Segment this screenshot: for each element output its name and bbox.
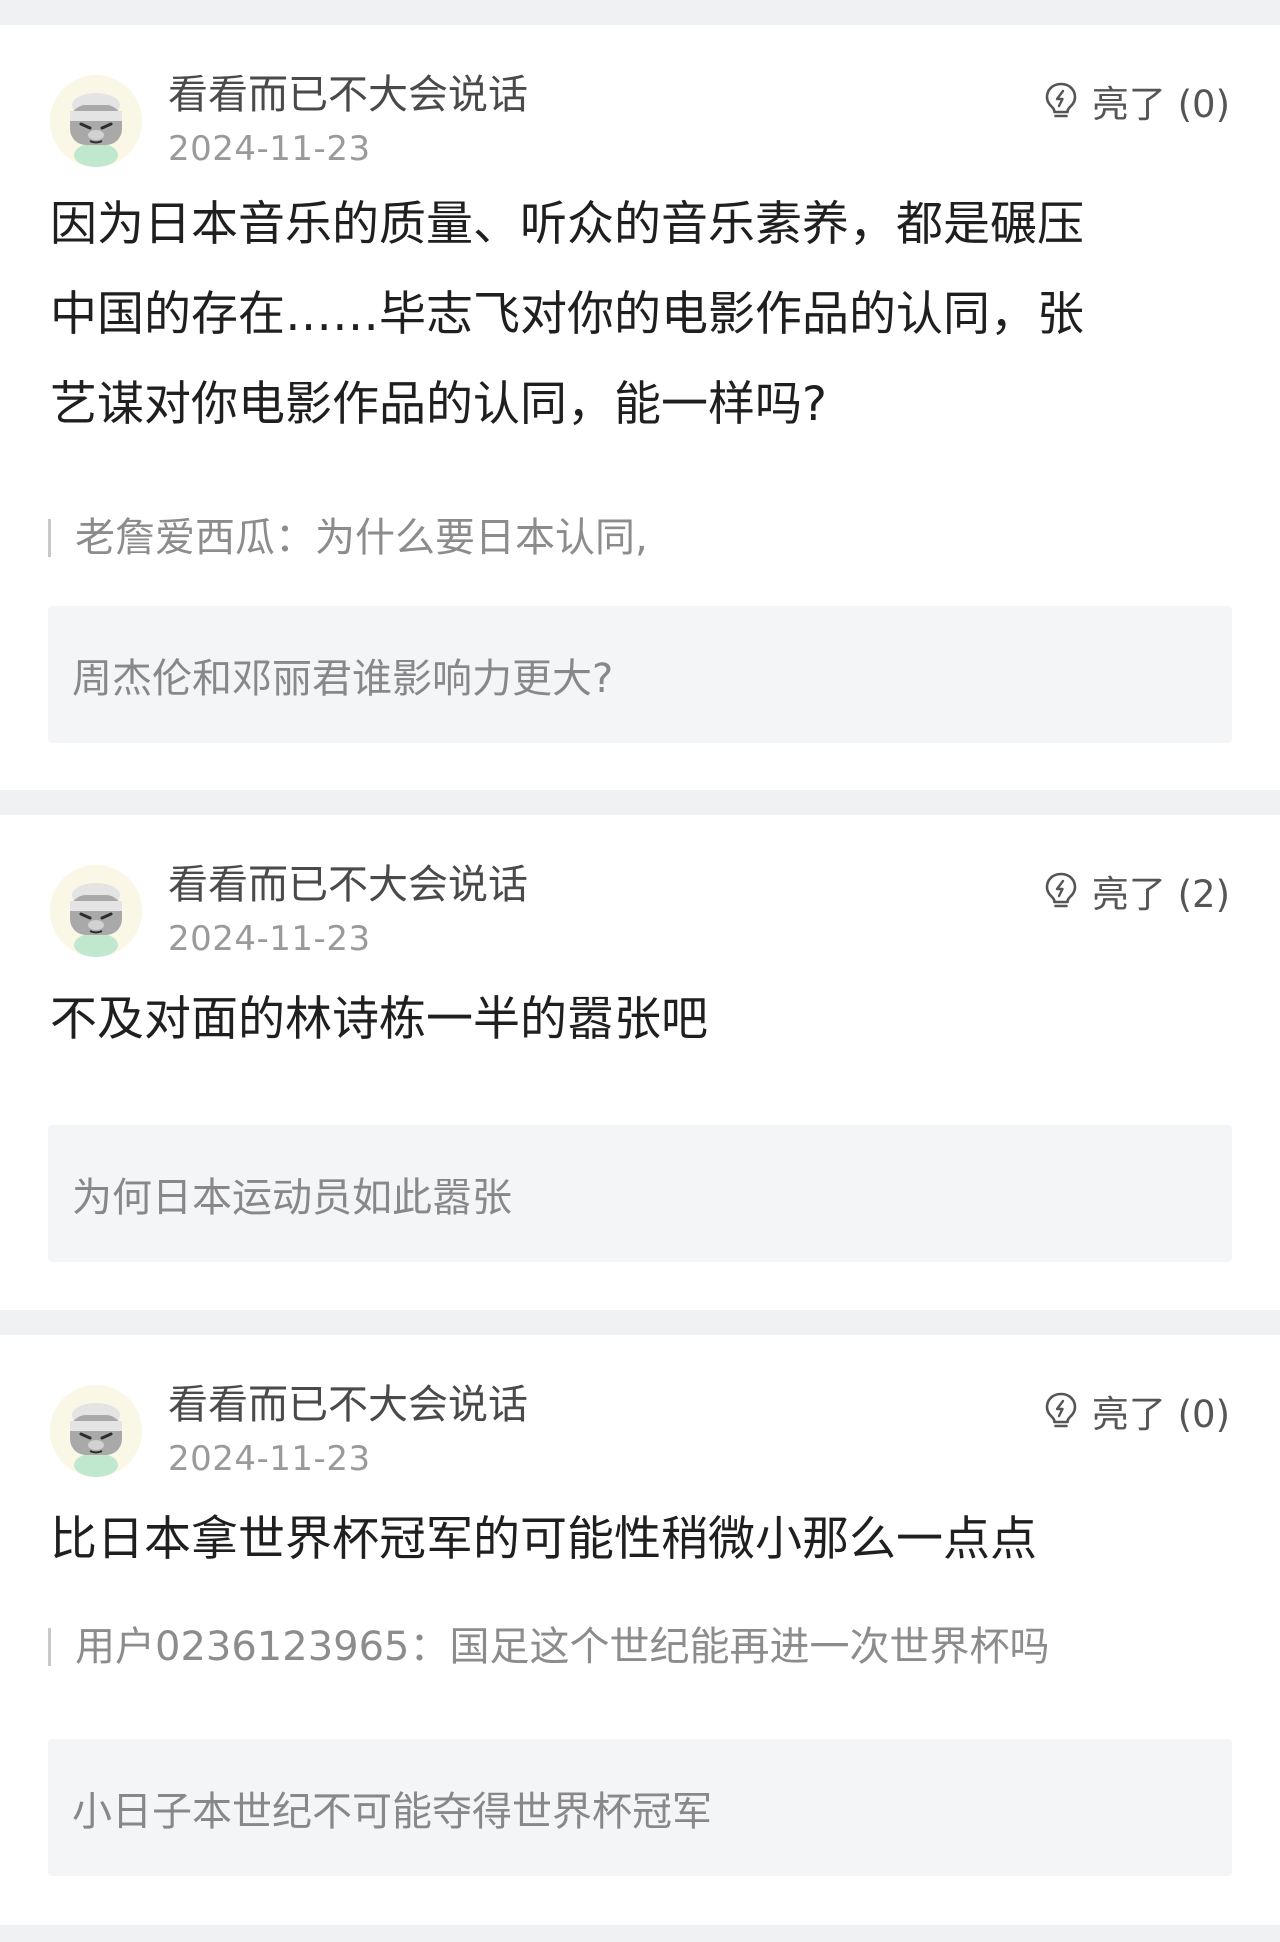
quote-text: 老詹爱西瓜：为什么要日本认同, [75, 515, 648, 561]
lightbulb-icon [1045, 82, 1077, 118]
answer-feed: 看看而已不大会说话 2024-11-23 亮了 (0) 因为日本音乐的质量、听众… [0, 0, 1280, 1942]
reply-quote[interactable]: 老詹爱西瓜：为什么要日本认同, [48, 512, 1228, 564]
post-date: 2024-11-23 [168, 1439, 371, 1479]
like-count: 亮了 (2) [1091, 873, 1230, 916]
username[interactable]: 看看而已不大会说话 [168, 69, 528, 121]
like-count: 亮了 (0) [1091, 83, 1230, 126]
question-title: 小日子本世纪不可能夺得世界杯冠军 [72, 1788, 712, 1835]
question-link[interactable]: 小日子本世纪不可能夺得世界杯冠军 [48, 1739, 1232, 1876]
like-button[interactable]: 亮了 (0) [1042, 1387, 1230, 1436]
lightbulb-icon [1045, 872, 1077, 908]
avatar[interactable] [50, 75, 142, 167]
quote-bar [48, 1628, 51, 1666]
reply-quote[interactable]: 用户0236123965：国足这个世纪能再进一次世界杯吗 [48, 1621, 1228, 1673]
answer-text-line: 中国的存在……毕志飞对你的电影作品的认同，张 [50, 287, 1084, 342]
answer-text: 因为日本音乐的质量、听众的音乐素养，都是碾压 中国的存在……毕志飞对你的电影作品… [50, 180, 1180, 450]
answer-text: 比日本拿世界杯冠军的可能性稍微小那么一点点 [50, 1495, 1180, 1585]
username[interactable]: 看看而已不大会说话 [168, 1379, 528, 1431]
username[interactable]: 看看而已不大会说话 [168, 859, 528, 911]
quote-bar [48, 519, 51, 557]
answer-text-line: 艺谋对你电影作品的认同，能一样吗? [50, 377, 827, 432]
avatar-icon [50, 75, 142, 167]
post-date: 2024-11-23 [168, 919, 371, 959]
answer-card[interactable]: 看看而已不大会说话 2024-11-23 亮了 (0) 因为日本音乐的质量、听众… [0, 25, 1280, 790]
avatar-icon [50, 865, 142, 957]
answer-text-line: 比日本拿世界杯冠军的可能性稍微小那么一点点 [50, 1512, 1037, 1567]
lightbulb-icon [1045, 1392, 1077, 1428]
answer-text: 不及对面的林诗栋一半的嚣张吧 [50, 975, 1180, 1065]
avatar[interactable] [50, 865, 142, 957]
like-button[interactable]: 亮了 (0) [1042, 77, 1230, 126]
question-link[interactable]: 周杰伦和邓丽君谁影响力更大? [48, 606, 1232, 743]
avatar-icon [50, 1385, 142, 1477]
like-count: 亮了 (0) [1091, 1393, 1230, 1436]
question-title: 为何日本运动员如此嚣张 [72, 1174, 512, 1221]
answer-text-line: 不及对面的林诗栋一半的嚣张吧 [50, 992, 708, 1047]
question-link[interactable]: 为何日本运动员如此嚣张 [48, 1125, 1232, 1262]
like-button[interactable]: 亮了 (2) [1042, 867, 1230, 916]
avatar[interactable] [50, 1385, 142, 1477]
question-title: 周杰伦和邓丽君谁影响力更大? [72, 655, 614, 702]
answer-text-line: 因为日本音乐的质量、听众的音乐素养，都是碾压 [50, 197, 1084, 252]
answer-card[interactable]: 看看而已不大会说话 2024-11-23 亮了 (2) 不及对面的林诗栋一半的嚣… [0, 815, 1280, 1310]
post-date: 2024-11-23 [168, 129, 371, 169]
quote-text: 用户0236123965：国足这个世纪能再进一次世界杯吗 [75, 1624, 1050, 1670]
answer-card[interactable]: 看看而已不大会说话 2024-11-23 亮了 (0) 比日本拿世界杯冠军的可能… [0, 1335, 1280, 1925]
